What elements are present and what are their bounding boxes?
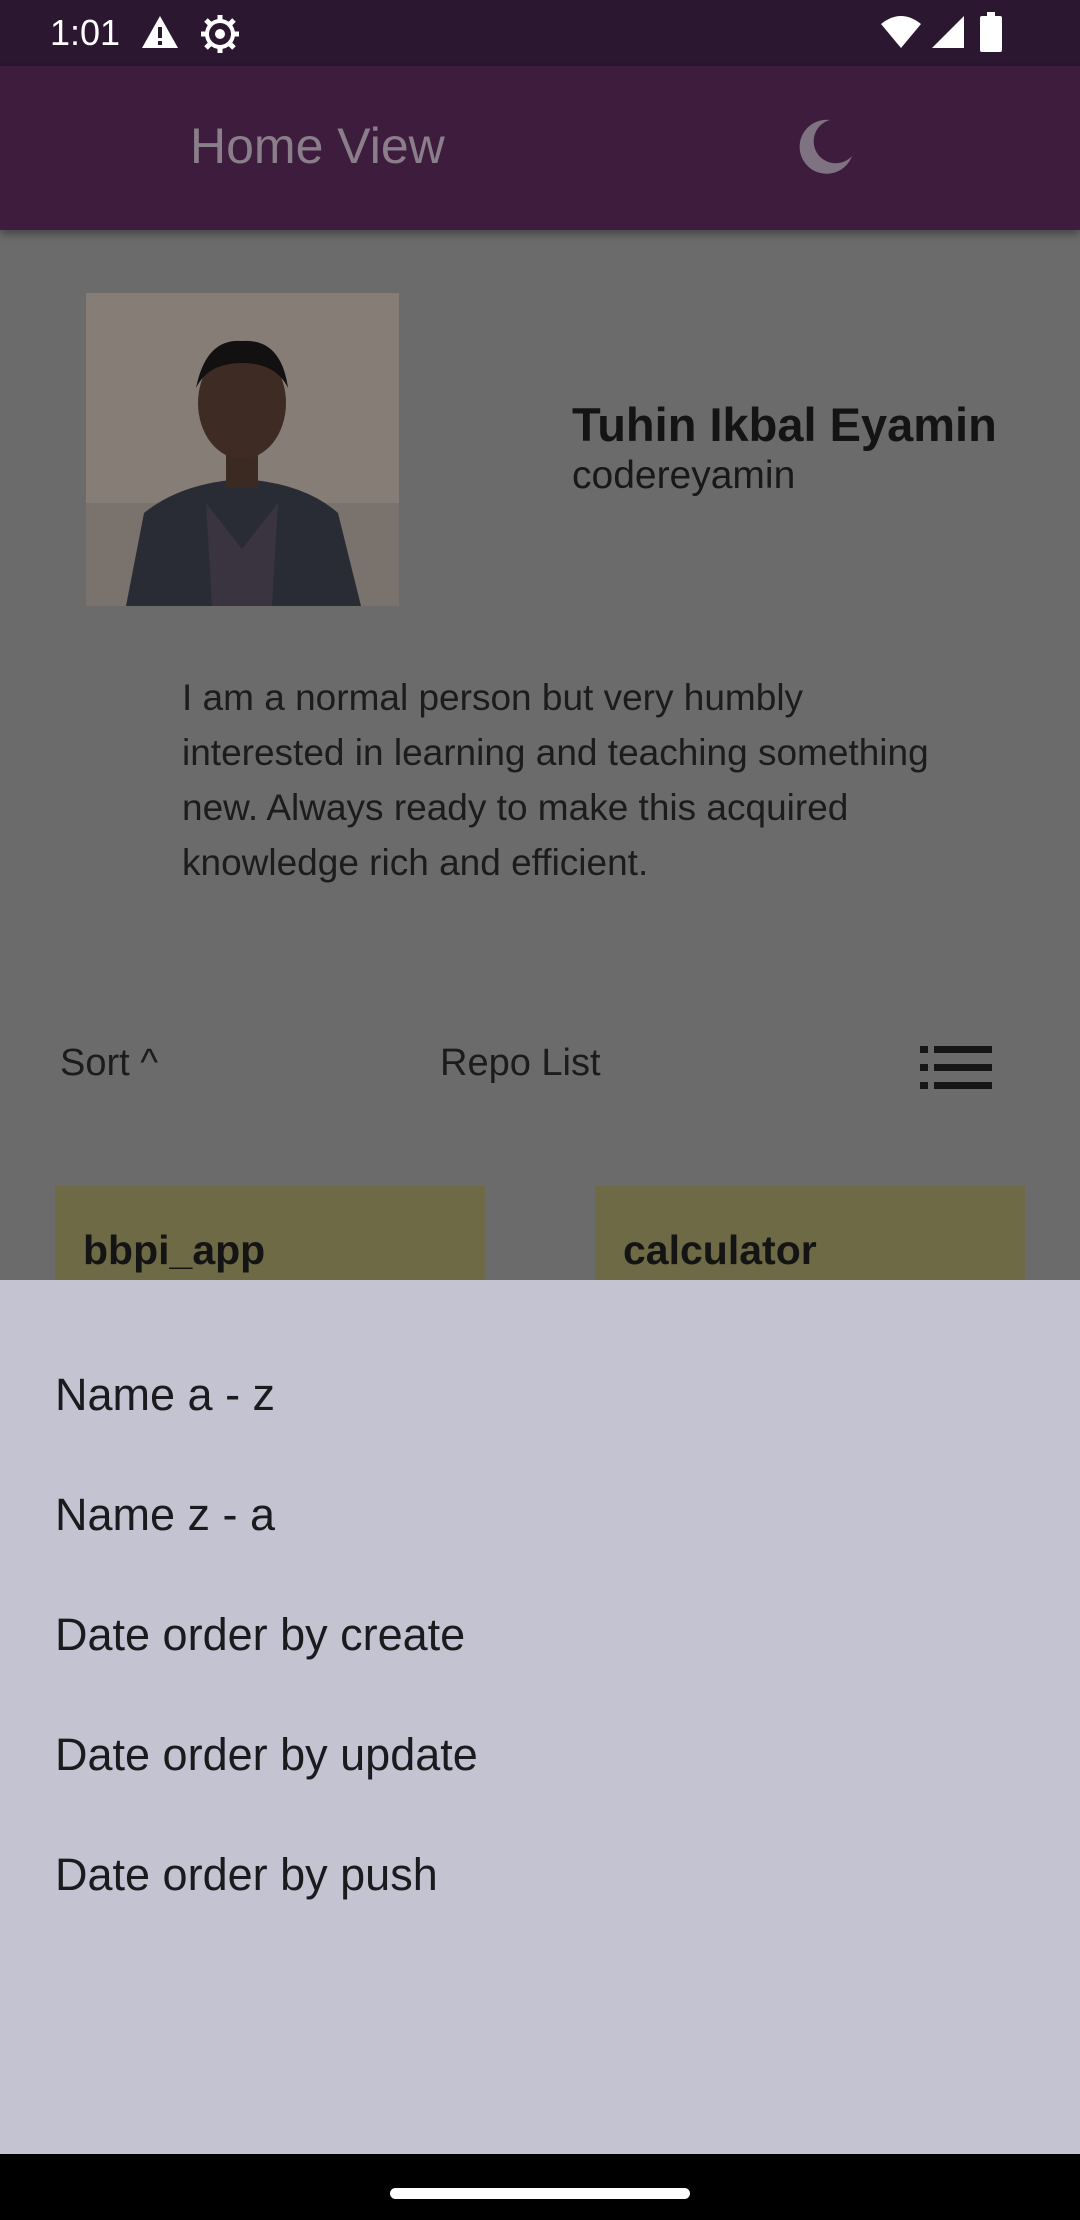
battery-icon <box>980 12 1002 57</box>
repo-name: bbpi_app <box>83 1227 266 1273</box>
status-time: 1:01 <box>50 12 121 53</box>
navigation-bar <box>0 2154 1080 2220</box>
page-title: Home View <box>190 118 445 174</box>
sort-option-date-create[interactable]: Date order by create <box>55 1605 465 1665</box>
sort-option-date-update[interactable]: Date order by update <box>55 1725 478 1785</box>
moon-icon[interactable] <box>790 112 860 182</box>
sort-button[interactable]: Sort ^ <box>60 1038 158 1088</box>
profile-bio: I am a normal person but very humbly int… <box>182 677 929 883</box>
app-bar: Home View <box>0 66 1080 230</box>
repo-list-title: Repo List <box>440 1042 601 1084</box>
profile-name: Tuhin Ikbal Eyamin <box>572 398 997 451</box>
gear-icon <box>200 14 240 59</box>
profile-username: codereyamin <box>572 454 796 497</box>
warning-icon <box>140 14 180 55</box>
repo-name: calculator <box>623 1227 817 1273</box>
sort-option-name-desc[interactable]: Name z - a <box>55 1485 275 1545</box>
list-icon[interactable] <box>920 1046 992 1090</box>
sort-option-name-asc[interactable]: Name a - z <box>55 1365 275 1425</box>
sort-bottom-sheet: Name a - z Name z - a Date order by crea… <box>0 1280 1080 2154</box>
status-bar: 1:01 <box>0 0 1080 66</box>
avatar <box>86 293 399 606</box>
home-gesture-handle[interactable] <box>390 2188 690 2199</box>
screen: 1:01 Home View Tuhin Ikbal Eyamin codere… <box>0 0 1080 2220</box>
sort-option-date-push[interactable]: Date order by push <box>55 1845 438 1905</box>
signal-icon <box>930 14 966 55</box>
wifi-icon <box>880 14 922 55</box>
